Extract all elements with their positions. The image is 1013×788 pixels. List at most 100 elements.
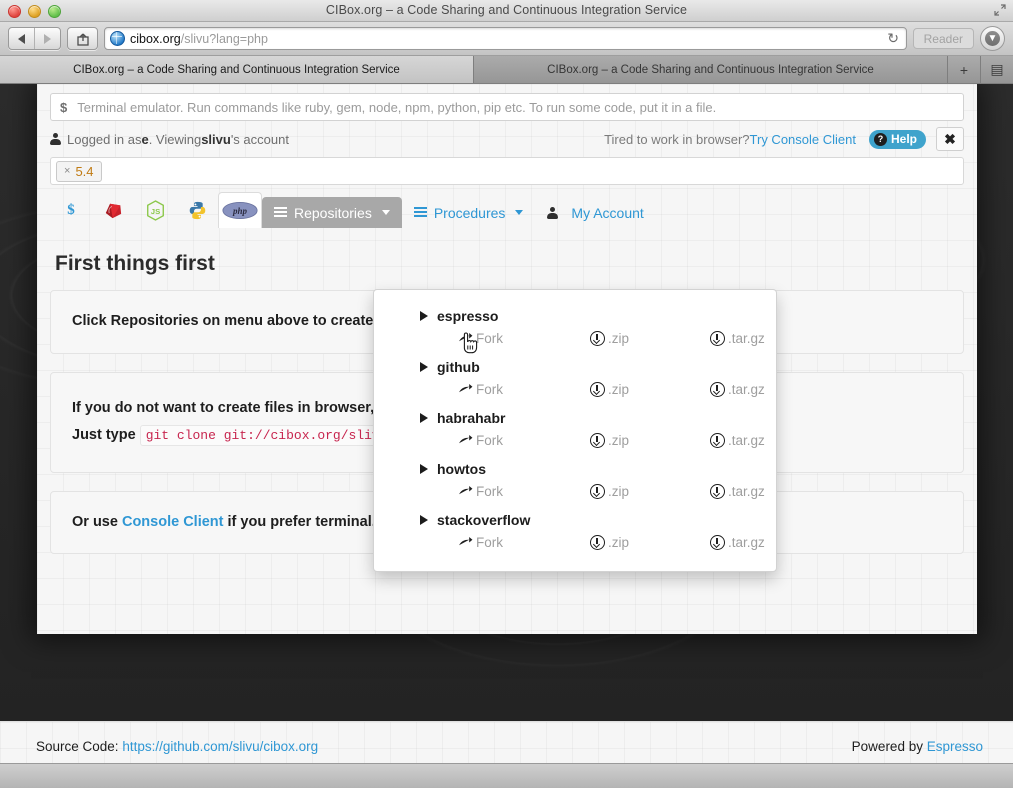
browser-tab-1[interactable]: CIBox.org – a Code Sharing and Continuou…: [0, 56, 474, 83]
repo-header-stackoverflow[interactable]: stackoverflow: [374, 508, 776, 532]
help-button[interactable]: ? Help: [868, 129, 926, 149]
repo-name: espresso: [437, 308, 499, 324]
repo-name: habrahabr: [437, 410, 506, 426]
zip-download-link[interactable]: .zip: [590, 331, 710, 346]
back-button[interactable]: [9, 28, 34, 49]
language-tabs: $ JS php: [50, 192, 262, 228]
lang-tab-python[interactable]: [176, 193, 218, 227]
lang-tab-shell[interactable]: $: [50, 193, 92, 227]
forward-button[interactable]: [34, 28, 60, 49]
menu-my-account[interactable]: My Account: [535, 197, 655, 228]
chevron-right-icon: [420, 464, 428, 474]
download-circle-icon: [590, 484, 605, 499]
fork-label: Fork: [476, 484, 503, 499]
new-tab-button[interactable]: +: [948, 56, 981, 83]
zip-download-link[interactable]: .zip: [590, 433, 710, 448]
menu-procedures[interactable]: Procedures: [402, 197, 536, 228]
version-label: 5.4: [75, 163, 94, 179]
logged-in-prefix: Logged in as: [67, 131, 142, 147]
terminal-emulator-input[interactable]: $ Terminal emulator. Run commands like r…: [50, 93, 964, 121]
download-circle-icon: [710, 382, 725, 397]
reader-button[interactable]: Reader: [912, 28, 974, 49]
browser-tab-2[interactable]: CIBox.org – a Code Sharing and Continuou…: [474, 56, 948, 83]
try-console-client-link[interactable]: Try Console Client: [750, 132, 856, 147]
page-viewport: $ Terminal emulator. Run commands like r…: [0, 84, 1013, 788]
repo-name: howtos: [437, 461, 486, 477]
targz-download-link[interactable]: .tar.gz: [710, 433, 765, 448]
espresso-link[interactable]: Espresso: [927, 739, 983, 754]
url-host: cibox.org: [130, 31, 181, 46]
fork-link[interactable]: Fork: [458, 433, 590, 448]
fork-label: Fork: [476, 535, 503, 550]
download-circle-icon: [590, 331, 605, 346]
targz-download-link[interactable]: .tar.gz: [710, 331, 765, 346]
prompt-icon: $: [60, 99, 68, 115]
tab-strip: CIBox.org – a Code Sharing and Continuou…: [0, 56, 1013, 84]
window-bottom-bar: [0, 763, 1013, 788]
lang-tab-php[interactable]: php: [218, 192, 262, 228]
zip-label: .zip: [608, 535, 630, 550]
logged-in-mid: . Viewing: [148, 131, 202, 147]
repo-actions-espresso: Fork .zip .tar.gz: [374, 328, 776, 355]
download-circle-icon: [710, 433, 725, 448]
repo-header-espresso[interactable]: espresso: [374, 304, 776, 328]
window-titlebar: CIBox.org – a Code Sharing and Continuou…: [0, 0, 1013, 22]
targz-download-link[interactable]: .tar.gz: [710, 382, 765, 397]
mouse-cursor-pointer: [463, 332, 478, 354]
lang-tab-nodejs[interactable]: JS: [134, 193, 176, 227]
chevron-right-icon: [420, 515, 428, 525]
reload-icon[interactable]: ↻: [886, 30, 901, 47]
lang-tab-ruby[interactable]: [92, 193, 134, 227]
targz-label: .tar.gz: [728, 535, 765, 550]
repo-actions-github: Fork .zip .tar.gz: [374, 379, 776, 406]
targz-download-link[interactable]: .tar.gz: [710, 484, 765, 499]
menu-repositories[interactable]: Repositories: [262, 197, 402, 228]
repo-header-habrahabr[interactable]: habrahabr: [374, 406, 776, 430]
zip-download-link[interactable]: .zip: [590, 535, 710, 550]
footer-label-source: Source Code:: [36, 739, 123, 754]
php-icon: php: [222, 201, 258, 220]
account-status-bar: Logged in as e. Viewing slivu's account …: [50, 124, 964, 154]
source-code-link[interactable]: https://github.com/slivu/cibox.org: [122, 739, 318, 754]
window-title: CIBox.org – a Code Sharing and Continuou…: [325, 3, 688, 17]
viewing-user: slivu: [201, 131, 231, 147]
fork-link[interactable]: Fork: [458, 382, 590, 397]
download-arrow-icon: ▼: [985, 31, 1000, 46]
zip-download-link[interactable]: .zip: [590, 382, 710, 397]
question-mark-icon: ?: [873, 132, 887, 146]
page-title: First things first: [55, 252, 215, 275]
site-navbar: $ JS php Repositories Procedures My Acco…: [50, 192, 964, 228]
dismiss-status-button[interactable]: ✖: [936, 127, 964, 151]
nodejs-icon: JS: [146, 199, 164, 221]
chevron-right-icon: [420, 311, 428, 321]
nav-button-group: [8, 27, 61, 50]
fork-arrow-icon: [459, 485, 473, 494]
svg-text:JS: JS: [150, 206, 160, 215]
download-circle-icon: [710, 535, 725, 550]
console-client-link[interactable]: Console Client: [122, 514, 224, 530]
address-bar[interactable]: cibox.org /slivu?lang=php ↻: [104, 27, 907, 50]
tab-overview-button[interactable]: ▤: [981, 56, 1013, 83]
fork-arrow-icon: [459, 434, 473, 443]
repo-header-github[interactable]: github: [374, 355, 776, 379]
zip-label: .zip: [608, 484, 630, 499]
repo-header-howtos[interactable]: howtos: [374, 457, 776, 481]
zip-download-link[interactable]: .zip: [590, 484, 710, 499]
downloads-button[interactable]: ▼: [980, 26, 1005, 51]
fork-label: Fork: [476, 382, 503, 397]
python-icon: [189, 201, 205, 219]
targz-download-link[interactable]: .tar.gz: [710, 535, 765, 550]
version-pill[interactable]: × 5.4: [56, 160, 102, 182]
fork-link[interactable]: Fork: [458, 484, 590, 499]
share-button[interactable]: [67, 27, 98, 50]
fork-link[interactable]: Fork: [458, 535, 590, 550]
svg-text:php: php: [232, 206, 248, 216]
fork-label: Fork: [476, 433, 503, 448]
menu-procedures-label: Procedures: [433, 204, 506, 221]
remove-version-icon[interactable]: ×: [64, 165, 70, 177]
ruby-icon: [105, 203, 121, 218]
repo-name: stackoverflow: [437, 512, 531, 528]
repositories-dropdown: espresso Fork .zip .tar.gz github Fork .…: [373, 289, 777, 572]
fullscreen-icon[interactable]: [994, 4, 1006, 16]
powered-by-row: Powered by Espresso: [852, 736, 983, 758]
